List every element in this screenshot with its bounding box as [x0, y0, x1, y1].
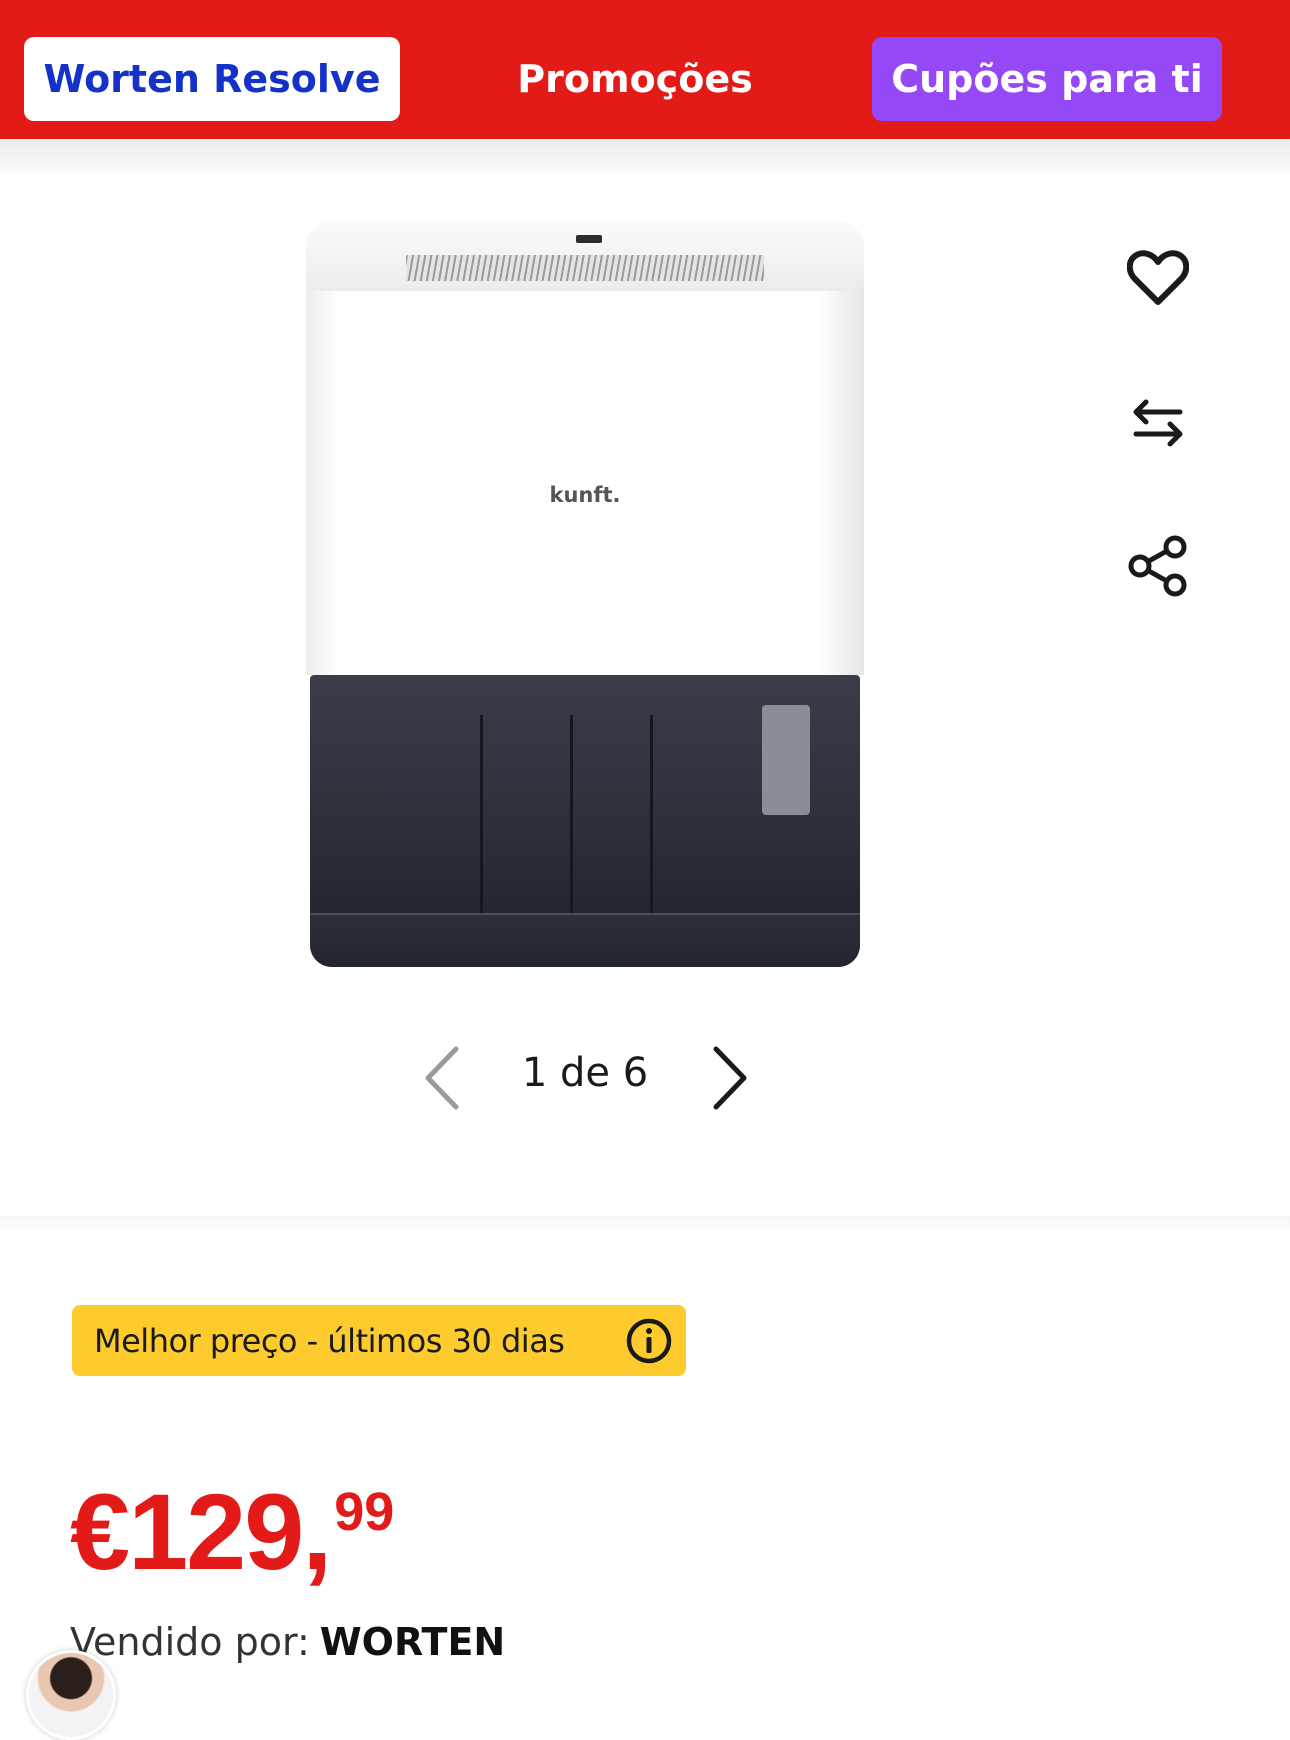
promocoes-button[interactable]: Promoções — [480, 37, 790, 121]
heart-icon — [1127, 250, 1189, 305]
control-panel — [576, 235, 602, 243]
section-divider — [0, 1216, 1290, 1234]
water-level-window — [762, 705, 810, 815]
worten-resolve-button[interactable]: Worten Resolve — [24, 37, 400, 121]
share-button[interactable] — [1122, 530, 1194, 602]
best-price-badge: Melhor preço - últimos 30 dias — [72, 1305, 686, 1376]
brand-logo: kunft. — [549, 483, 621, 507]
next-image-button[interactable] — [700, 1040, 760, 1116]
chevron-right-icon — [713, 1046, 747, 1110]
dehumidifier-body — [306, 265, 864, 675]
compare-button[interactable] — [1122, 387, 1194, 459]
best-price-text: Melhor preço - últimos 30 dias — [94, 1321, 565, 1360]
dehumidifier-top — [306, 221, 864, 291]
price-cents: 99 — [334, 1482, 395, 1542]
air-vent — [406, 255, 764, 281]
product-image[interactable]: kunft. — [300, 215, 870, 970]
seller-label: Vendido por: — [70, 1620, 310, 1664]
previous-image-button[interactable] — [412, 1040, 472, 1116]
image-counter: 1 de 6 — [521, 1050, 649, 1096]
product-price: €129, 99 — [70, 1478, 394, 1598]
info-icon[interactable] — [625, 1317, 673, 1365]
tank-base — [310, 913, 860, 967]
compare-arrows-icon — [1133, 399, 1183, 447]
favorite-button[interactable] — [1122, 242, 1194, 314]
water-tank — [310, 675, 860, 967]
cupoes-button[interactable]: Cupões para ti — [872, 37, 1222, 121]
assistant-avatar[interactable] — [26, 1650, 116, 1740]
promo-bar-shadow — [0, 139, 1290, 179]
seller-name[interactable]: WORTEN — [320, 1620, 505, 1664]
chevron-left-icon — [425, 1046, 459, 1110]
seller-info: Vendido por: WORTEN — [70, 1620, 505, 1670]
share-icon — [1128, 535, 1187, 597]
promo-bar: Worten Resolve Promoções Cupões para ti — [0, 0, 1290, 139]
price-main: €129, — [70, 1471, 332, 1592]
